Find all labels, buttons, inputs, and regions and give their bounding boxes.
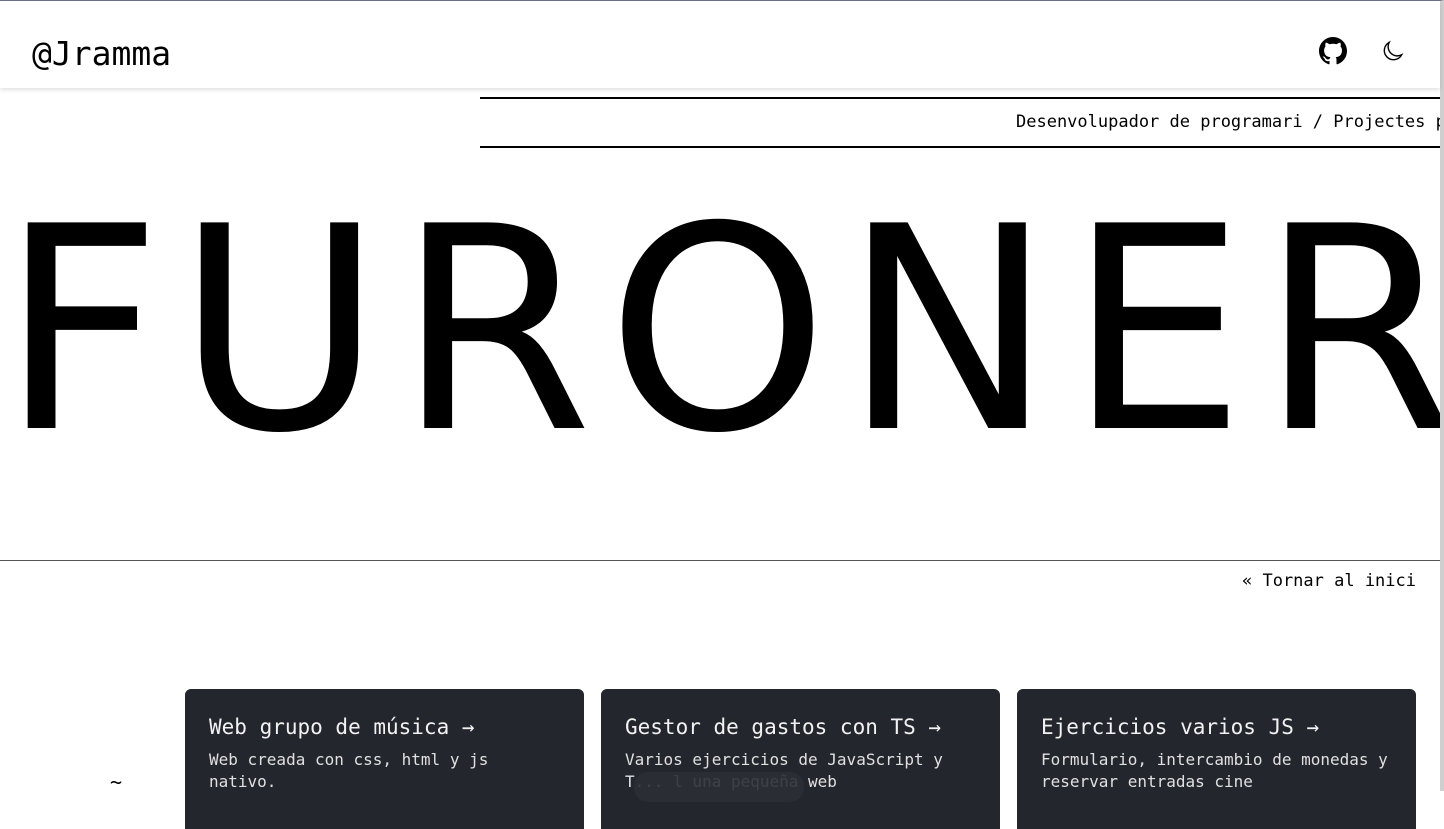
project-card-title[interactable]: Web grupo de música →: [209, 715, 560, 739]
project-card-description: Web creada con css, html y js nativo.: [209, 750, 489, 791]
header-icons: [1318, 36, 1408, 66]
stray-glyph: ~: [110, 770, 123, 794]
hero-title: FURONER: [0, 166, 1444, 495]
site-brand[interactable]: @Jramma: [32, 34, 171, 73]
project-card-title[interactable]: Gestor de gastos con TS →: [625, 715, 976, 739]
floating-toolbar[interactable]: [634, 772, 804, 802]
section-divider: [0, 560, 1440, 561]
github-icon[interactable]: [1318, 36, 1348, 66]
moon-icon[interactable]: [1378, 36, 1408, 66]
back-to-home-link[interactable]: « Tornar al inici: [1242, 571, 1416, 591]
project-card[interactable]: Gestor de gastos con TS → Varios ejercic…: [601, 689, 1000, 829]
marquee-text: Desenvolupador de programari / Projectes…: [1016, 112, 1440, 132]
project-card-title[interactable]: Ejercicios varios JS →: [1041, 715, 1392, 739]
project-card-description: Formulario, intercambio de monedas y res…: [1041, 750, 1388, 791]
project-card[interactable]: Ejercicios varios JS → Formulario, inter…: [1017, 689, 1416, 829]
project-cards: Web grupo de música → Web creada con css…: [185, 689, 1416, 829]
site-header: @Jramma: [0, 1, 1440, 88]
marquee-banner: Desenvolupador de programari / Projectes…: [480, 97, 1440, 148]
project-card[interactable]: Web grupo de música → Web creada con css…: [185, 689, 584, 829]
